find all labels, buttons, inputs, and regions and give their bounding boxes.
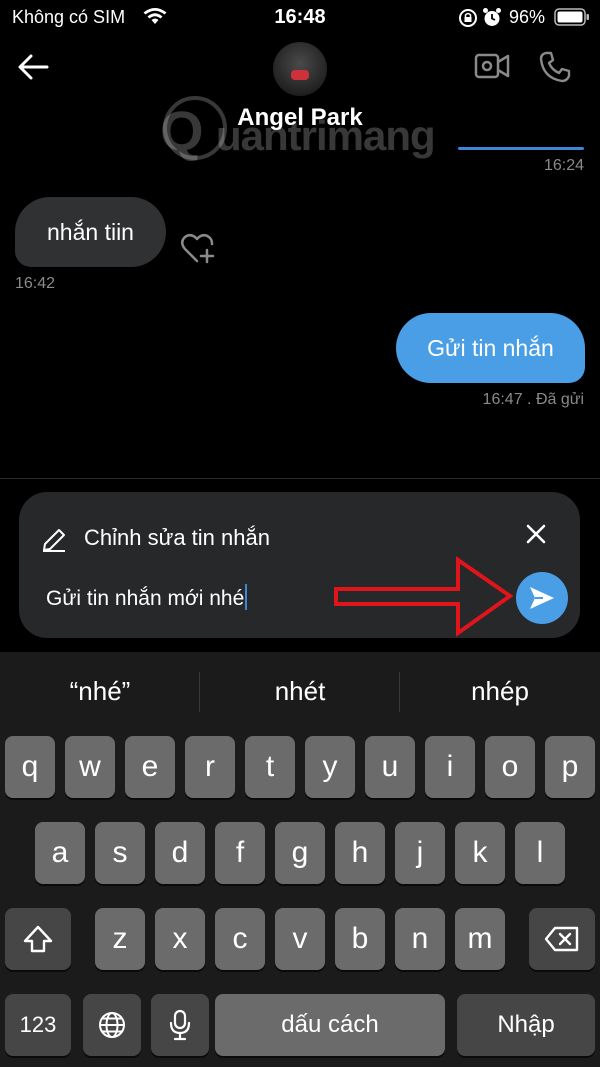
previous-message-edge bbox=[458, 147, 584, 150]
incoming-message-bubble[interactable]: nhắn tiin bbox=[15, 197, 166, 267]
message-status: . Đã gửi bbox=[527, 391, 584, 408]
orientation-lock-icon bbox=[459, 9, 477, 27]
annotation-arrow bbox=[334, 556, 514, 637]
alarm-icon bbox=[483, 8, 501, 26]
key-u[interactable]: u bbox=[365, 736, 415, 798]
divider bbox=[0, 478, 600, 479]
video-call-icon[interactable] bbox=[474, 51, 510, 81]
key-z[interactable]: z bbox=[95, 908, 145, 970]
key-j[interactable]: j bbox=[395, 822, 445, 884]
suggestion-1[interactable]: “nhé” bbox=[0, 660, 200, 720]
key-x[interactable]: x bbox=[155, 908, 205, 970]
avatar[interactable] bbox=[273, 42, 327, 96]
key-s[interactable]: s bbox=[95, 822, 145, 884]
outgoing-message-bubble[interactable]: Gửi tin nhắn bbox=[396, 313, 585, 383]
key-r[interactable]: r bbox=[185, 736, 235, 798]
heart-plus-icon[interactable] bbox=[180, 231, 216, 265]
message-time: 16:24 bbox=[543, 157, 584, 174]
key-d[interactable]: d bbox=[155, 822, 205, 884]
key-b[interactable]: b bbox=[335, 908, 385, 970]
back-arrow-icon[interactable] bbox=[16, 52, 50, 82]
key-o[interactable]: o bbox=[485, 736, 535, 798]
key-p[interactable]: p bbox=[545, 736, 595, 798]
suggestion-3[interactable]: nhép bbox=[400, 660, 600, 720]
shift-icon bbox=[23, 925, 53, 953]
shift-key[interactable] bbox=[5, 908, 71, 970]
key-y[interactable]: y bbox=[305, 736, 355, 798]
backspace-icon bbox=[544, 926, 579, 952]
edit-message-label: Chỉnh sửa tin nhắn bbox=[84, 525, 270, 550]
numbers-key[interactable]: 123 bbox=[5, 994, 71, 1056]
send-button[interactable] bbox=[516, 572, 568, 624]
key-n[interactable]: n bbox=[395, 908, 445, 970]
close-icon[interactable] bbox=[520, 518, 552, 550]
globe-key[interactable] bbox=[83, 994, 141, 1056]
send-icon bbox=[530, 587, 554, 609]
pencil-icon bbox=[43, 529, 65, 552]
microphone-key[interactable] bbox=[151, 994, 209, 1056]
key-c[interactable]: c bbox=[215, 908, 265, 970]
key-k[interactable]: k bbox=[455, 822, 505, 884]
battery-percent: 96% bbox=[508, 7, 545, 27]
key-t[interactable]: t bbox=[245, 736, 295, 798]
message-time: 16:47 bbox=[482, 391, 523, 408]
key-h[interactable]: h bbox=[335, 822, 385, 884]
key-g[interactable]: g bbox=[275, 822, 325, 884]
space-key[interactable]: dấu cách bbox=[215, 994, 445, 1056]
key-i[interactable]: i bbox=[425, 736, 475, 798]
key-m[interactable]: m bbox=[455, 908, 505, 970]
microphone-icon bbox=[169, 1009, 191, 1041]
battery-icon bbox=[554, 8, 589, 26]
contact-name[interactable]: Angel Park bbox=[0, 104, 600, 132]
suggestion-2[interactable]: nhét bbox=[200, 660, 400, 720]
return-key[interactable]: Nhập bbox=[457, 994, 595, 1056]
key-q[interactable]: q bbox=[5, 736, 55, 798]
avatar-bow bbox=[291, 70, 309, 80]
globe-icon bbox=[99, 1012, 125, 1038]
key-l[interactable]: l bbox=[515, 822, 565, 884]
message-text: nhắn tiin bbox=[47, 218, 134, 245]
message-time: 16:42 bbox=[15, 275, 56, 292]
status-bar: Không có SIM 16:48 96% bbox=[0, 0, 600, 34]
key-f[interactable]: f bbox=[215, 822, 265, 884]
message-text: Gửi tin nhắn bbox=[427, 334, 554, 361]
key-e[interactable]: e bbox=[125, 736, 175, 798]
message-time-status: 16:47 . Đã gửi bbox=[483, 391, 584, 409]
message-input[interactable]: Gửi tin nhắn mới nhé bbox=[46, 584, 248, 611]
text-caret bbox=[245, 584, 248, 610]
key-a[interactable]: a bbox=[35, 822, 85, 884]
phone-icon[interactable] bbox=[538, 50, 572, 84]
key-w[interactable]: w bbox=[65, 736, 115, 798]
backspace-key[interactable] bbox=[529, 908, 595, 970]
key-v[interactable]: v bbox=[275, 908, 325, 970]
